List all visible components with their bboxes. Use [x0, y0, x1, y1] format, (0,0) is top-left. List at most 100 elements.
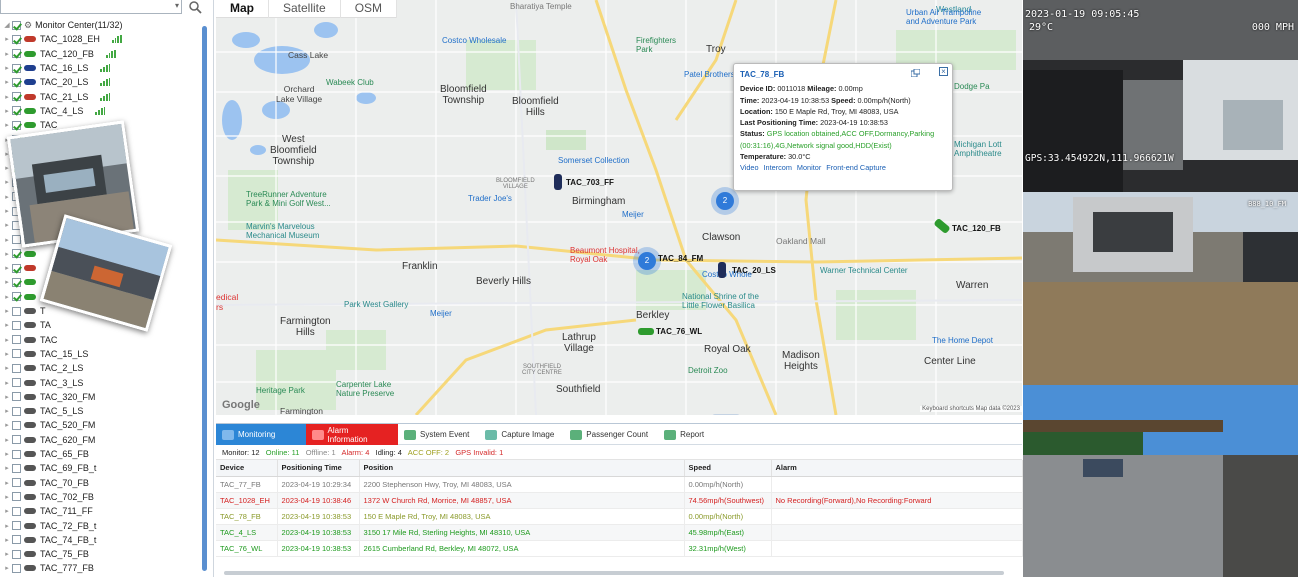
table-row[interactable]: TAC_1028_EH 2023-04-19 10:38:46 1372 W Chu…: [216, 492, 1023, 509]
root-checkbox[interactable]: [12, 20, 21, 30]
vehicle-checkbox[interactable]: [12, 506, 21, 516]
expand-icon[interactable]: ▸: [2, 393, 12, 401]
vehicle-marker-tac-20[interactable]: [718, 262, 726, 278]
vehicle-checkbox[interactable]: [12, 235, 21, 245]
tree-vehicle-item[interactable]: ▸ TAC_520_FM: [2, 418, 198, 432]
vehicle-search-input[interactable]: ▾: [0, 0, 182, 14]
vehicle-label-tac-703[interactable]: TAC_703_FF: [566, 178, 614, 187]
vehicle-checkbox[interactable]: [12, 492, 21, 502]
col-alarm[interactable]: Alarm: [771, 460, 1023, 477]
collapse-icon[interactable]: ◢: [2, 21, 12, 29]
expand-icon[interactable]: ▸: [2, 421, 12, 429]
poi-patel-brothers[interactable]: Patel Brothers: [684, 70, 735, 79]
poi-warner-technical[interactable]: Warner Technical Center: [820, 266, 908, 275]
tab-system-event[interactable]: System Event: [398, 424, 479, 445]
poi-somerset-collection[interactable]: Somerset Collection: [558, 156, 630, 165]
expand-icon[interactable]: ▸: [2, 193, 12, 201]
expand-icon[interactable]: ▸: [2, 450, 12, 458]
tree-vehicle-item[interactable]: ▸ TAC_5_LS: [2, 404, 198, 418]
vehicle-checkbox[interactable]: [12, 92, 21, 102]
poi-firefighters-park[interactable]: Firefighters Park: [636, 36, 676, 54]
vehicle-checkbox[interactable]: [12, 349, 21, 359]
expand-icon[interactable]: ▸: [2, 479, 12, 487]
tree-vehicle-item[interactable]: ▸ TAC_16_LS: [2, 61, 198, 75]
vehicle-label-tac-84[interactable]: TAC_84_FM: [658, 254, 703, 263]
tree-vehicle-item[interactable]: ▸ TAC_70_FB: [2, 476, 198, 490]
expand-icon[interactable]: ▸: [2, 278, 12, 286]
tree-vehicle-item[interactable]: ▸ TAC_702_FB: [2, 490, 198, 504]
expand-icon[interactable]: ▸: [2, 307, 12, 315]
vehicle-cluster-2[interactable]: 2: [716, 192, 734, 210]
vehicle-checkbox[interactable]: [12, 263, 21, 273]
vehicle-checkbox[interactable]: [12, 363, 21, 373]
expand-icon[interactable]: ▸: [2, 550, 12, 558]
vehicle-checkbox[interactable]: [12, 563, 21, 573]
tree-vehicle-item[interactable]: ▸ TAC_777_FB: [2, 561, 198, 575]
tree-vehicle-item[interactable]: ▸ TAC_4_LS: [2, 104, 198, 118]
tree-vehicle-item[interactable]: ▸ TAC_21_LS: [2, 89, 198, 103]
expand-icon[interactable]: ▸: [2, 464, 12, 472]
expand-icon[interactable]: ▸: [2, 107, 12, 115]
table-row[interactable]: TAC_4_LS 2023-04-19 10:38:53 3150 17 Mile …: [216, 524, 1023, 541]
close-icon[interactable]: ×: [939, 67, 948, 76]
vehicle-checkbox[interactable]: [12, 306, 21, 316]
poi-meijer-1[interactable]: Meijer: [622, 210, 644, 219]
poi-trader-joes[interactable]: Trader Joe's: [468, 194, 512, 203]
tab-osm[interactable]: OSM: [341, 0, 398, 18]
expand-icon[interactable]: ▸: [2, 35, 12, 43]
tree-vehicle-item[interactable]: ▸ TAC_620_FM: [2, 433, 198, 447]
table-horizontal-scrollbar[interactable]: [224, 571, 1004, 575]
vehicle-checkbox[interactable]: [12, 378, 21, 388]
vehicle-marker-tac-703[interactable]: [554, 174, 562, 190]
tree-vehicle-item[interactable]: ▸ TAC_1028_EH: [2, 32, 198, 46]
expand-icon[interactable]: ▸: [2, 564, 12, 572]
expand-icon[interactable]: ▸: [2, 507, 12, 515]
poi-home-depot[interactable]: The Home Depot: [932, 336, 993, 345]
tree-vehicle-item[interactable]: ▸ TAC_320_FM: [2, 390, 198, 404]
vehicle-checkbox[interactable]: [12, 292, 21, 302]
poi-detroit-zoo[interactable]: Detroit Zoo: [688, 366, 728, 375]
vehicle-checkbox[interactable]: [12, 435, 21, 445]
poi-bharatiya-temple[interactable]: Bharatiya Temple: [510, 2, 572, 11]
tab-monitoring[interactable]: Monitoring: [216, 424, 306, 445]
expand-icon[interactable]: ▸: [2, 78, 12, 86]
expand-icon[interactable]: ▸: [2, 178, 12, 186]
video-link[interactable]: Video: [740, 163, 759, 172]
map-attribution[interactable]: Keyboard shortcuts Map data ©2023: [920, 406, 1022, 412]
expand-icon[interactable]: ▸: [2, 236, 12, 244]
tree-scroll-thumb[interactable]: [202, 26, 207, 571]
poi-urban-air[interactable]: Urban Air Trampoline and Adventure Park: [906, 8, 981, 26]
search-dropdown-icon[interactable]: ▾: [175, 1, 179, 10]
expand-icon[interactable]: ▸: [2, 536, 12, 544]
vehicle-checkbox[interactable]: [12, 521, 21, 531]
vehicle-marker-tac-76[interactable]: [638, 328, 654, 335]
poi-treerunner[interactable]: TreeRunner Adventure Park & Mini Golf We…: [246, 190, 331, 208]
expand-icon[interactable]: ▸: [2, 364, 12, 372]
vehicle-checkbox[interactable]: [12, 463, 21, 473]
vehicle-checkbox[interactable]: [12, 49, 21, 59]
tab-alarm-information[interactable]: Alarm Information: [306, 424, 398, 445]
poi-costco[interactable]: Costco Wholesale: [442, 36, 506, 45]
poi-heritage-park[interactable]: Heritage Park: [256, 386, 305, 395]
front-end-capture-link[interactable]: Front-end Capture: [826, 163, 886, 172]
tree-vehicle-item[interactable]: ▸ TAC_20_LS: [2, 75, 198, 89]
vehicle-label-tac-20[interactable]: TAC_20_LS: [732, 266, 776, 275]
expand-icon[interactable]: ▸: [2, 121, 12, 129]
share-icon[interactable]: [911, 69, 920, 77]
poi-marvins-museum[interactable]: Marvin's Marvelous Mechanical Museum: [246, 222, 319, 240]
tree-vehicle-item[interactable]: ▸ TAC_15_LS: [2, 347, 198, 361]
camera-feed-front[interactable]: B88_10_FM: [1023, 192, 1298, 385]
tree-vehicle-item[interactable]: ▸ TAC_74_FB_t: [2, 533, 198, 547]
poi-beaumont-hospital[interactable]: Beaumont Hospital, Royal Oak: [570, 246, 640, 264]
expand-icon[interactable]: ▸: [2, 407, 12, 415]
camera-feed-rear[interactable]: [1023, 385, 1298, 577]
tab-capture-image[interactable]: Capture Image: [479, 424, 564, 445]
poi-park-west-gallery[interactable]: Park West Gallery: [344, 300, 408, 309]
vehicle-checkbox[interactable]: [12, 277, 21, 287]
vehicle-checkbox[interactable]: [12, 549, 21, 559]
poi-dodge-park[interactable]: Dodge Pa: [954, 82, 990, 91]
tree-vehicle-item[interactable]: ▸ TAC_711_FF: [2, 504, 198, 518]
table-row[interactable]: TAC_77_FB 2023-04-19 10:29:34 2200 Stephen…: [216, 476, 1023, 493]
poi-meijer-2[interactable]: Meijer: [430, 309, 452, 318]
vehicle-checkbox[interactable]: [12, 120, 21, 130]
